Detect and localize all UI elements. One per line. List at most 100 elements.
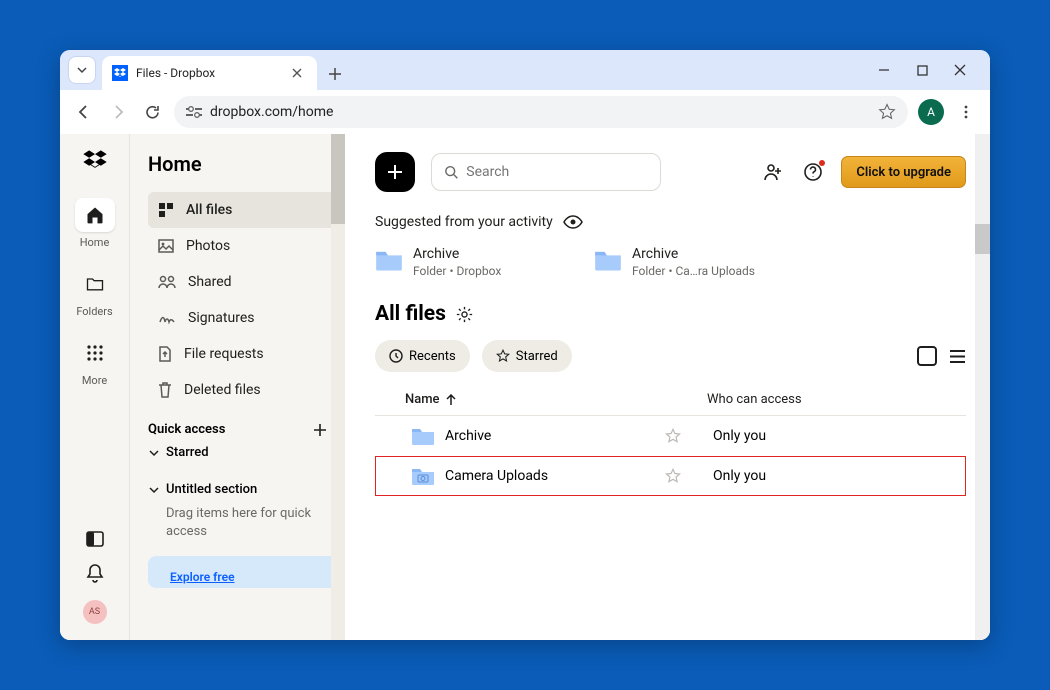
sidebar-untitled-section[interactable]: Untitled section [148, 474, 337, 501]
bookmark-button[interactable] [878, 103, 896, 121]
nav-rail: Home Folders More AS [60, 134, 130, 640]
arrow-left-icon [75, 103, 93, 121]
url-field[interactable]: dropbox.com/home [174, 96, 908, 128]
dropbox-icon [81, 148, 109, 176]
nav-reload-button[interactable] [140, 100, 164, 124]
sidebar-item-photos[interactable]: Photos [148, 228, 337, 264]
notification-dot [819, 160, 825, 166]
rail-notifications-button[interactable] [86, 564, 104, 584]
explore-card[interactable]: Explore free [148, 556, 337, 588]
gear-icon [456, 306, 473, 323]
nav-back-button[interactable] [72, 100, 96, 124]
sidebar: Home All files Photos Shared Signatures [130, 134, 345, 640]
column-name[interactable]: Name [405, 392, 665, 407]
photos-icon [158, 238, 174, 254]
window-maximize-button[interactable] [912, 60, 932, 80]
sidebar-item-shared[interactable]: Shared [148, 264, 337, 300]
tab-close-button[interactable] [287, 63, 307, 83]
upgrade-button[interactable]: Click to upgrade [841, 156, 966, 188]
suggested-label: Suggested from your activity [375, 214, 553, 230]
star-button[interactable] [663, 428, 683, 444]
section-label: Untitled section [166, 482, 257, 497]
table-row[interactable]: Archive Only you [375, 416, 966, 456]
rail-label: Home [80, 236, 110, 249]
hide-suggested-button[interactable] [563, 215, 583, 229]
sidebar-item-label: All files [186, 202, 232, 218]
arrow-right-icon [109, 103, 127, 121]
folder-icon [411, 426, 435, 446]
invite-button[interactable] [761, 160, 785, 184]
address-bar: dropbox.com/home A [60, 90, 990, 134]
rail-item-folders[interactable]: Folders [60, 261, 129, 324]
plus-icon [313, 423, 327, 437]
chevron-down-icon [148, 447, 160, 459]
filter-starred[interactable]: Starred [482, 340, 572, 372]
sidebar-item-requests[interactable]: File requests [148, 336, 337, 372]
folders-icon [85, 274, 105, 294]
sidebar-scrollbar[interactable] [331, 134, 345, 640]
shared-icon [158, 275, 176, 289]
browser-menu-button[interactable] [954, 100, 978, 124]
allfiles-title: All files [375, 302, 446, 326]
allfiles-icon [158, 202, 174, 218]
rail-avatar[interactable]: AS [83, 600, 107, 624]
quick-access-add-button[interactable] [313, 423, 327, 437]
column-access[interactable]: Who can access [707, 392, 847, 407]
help-button[interactable] [801, 160, 825, 184]
filter-label: Recents [409, 349, 456, 364]
window-close-button[interactable] [950, 60, 970, 80]
sidebar-item-allfiles[interactable]: All files [148, 192, 337, 228]
file-name: Archive [445, 428, 663, 444]
sidebar-item-label: Deleted files [184, 382, 261, 398]
rail-item-home[interactable]: Home [60, 192, 129, 255]
table-row[interactable]: Camera Uploads Only you [375, 456, 966, 496]
suggestion-meta: Folder • Dropbox [413, 264, 501, 278]
select-all-checkbox[interactable] [917, 346, 937, 366]
suggestion-card[interactable]: Archive Folder • Dropbox [375, 246, 570, 278]
invite-icon [763, 162, 783, 182]
sidebar-item-deleted[interactable]: Deleted files [148, 372, 337, 408]
explore-link[interactable]: Explore free [170, 570, 235, 584]
url-text: dropbox.com/home [210, 104, 333, 120]
folder-camera-icon [411, 466, 435, 486]
window-minimize-button[interactable] [874, 60, 894, 80]
suggestion-card[interactable]: Archive Folder • Ca…ra Uploads [594, 246, 789, 278]
view-toggle-button[interactable] [949, 349, 966, 364]
star-button[interactable] [663, 468, 683, 484]
rail-panel-button[interactable] [86, 530, 104, 548]
home-icon [85, 205, 105, 225]
browser-window: Files - Dropbox dropbox.com/home A [60, 50, 990, 640]
profile-avatar[interactable]: A [918, 99, 944, 125]
folder-icon [594, 248, 622, 272]
search-input[interactable] [466, 164, 648, 180]
signatures-icon [158, 311, 176, 325]
rail-item-more[interactable]: More [60, 330, 129, 393]
rail-label: More [82, 374, 107, 387]
site-settings-icon [186, 105, 202, 119]
filter-recents[interactable]: Recents [375, 340, 470, 372]
sidebar-item-signatures[interactable]: Signatures [148, 300, 337, 336]
sidebar-item-label: Photos [186, 238, 230, 254]
plus-icon [328, 67, 342, 81]
tab-search-button[interactable] [68, 56, 96, 84]
clock-icon [389, 349, 403, 363]
list-icon [949, 349, 966, 364]
search-box[interactable] [431, 153, 661, 191]
allfiles-settings-button[interactable] [456, 306, 473, 323]
star-icon [878, 103, 896, 121]
main-panel: Click to upgrade Suggested from your act… [345, 134, 990, 640]
window-controls [874, 60, 970, 80]
create-button[interactable] [375, 152, 415, 192]
minimize-icon [878, 64, 890, 76]
rail-label: Folders [76, 305, 112, 318]
nav-forward-button[interactable] [106, 100, 130, 124]
sidebar-starred-section[interactable]: Starred [148, 437, 337, 464]
main-scrollbar[interactable] [975, 134, 990, 640]
new-tab-button[interactable] [325, 64, 345, 84]
browser-tab[interactable]: Files - Dropbox [102, 56, 317, 90]
reload-icon [144, 104, 161, 121]
table-header: Name Who can access [375, 392, 966, 416]
dropbox-logo[interactable] [81, 148, 109, 176]
tab-title: Files - Dropbox [136, 66, 279, 80]
panel-icon [86, 530, 104, 548]
